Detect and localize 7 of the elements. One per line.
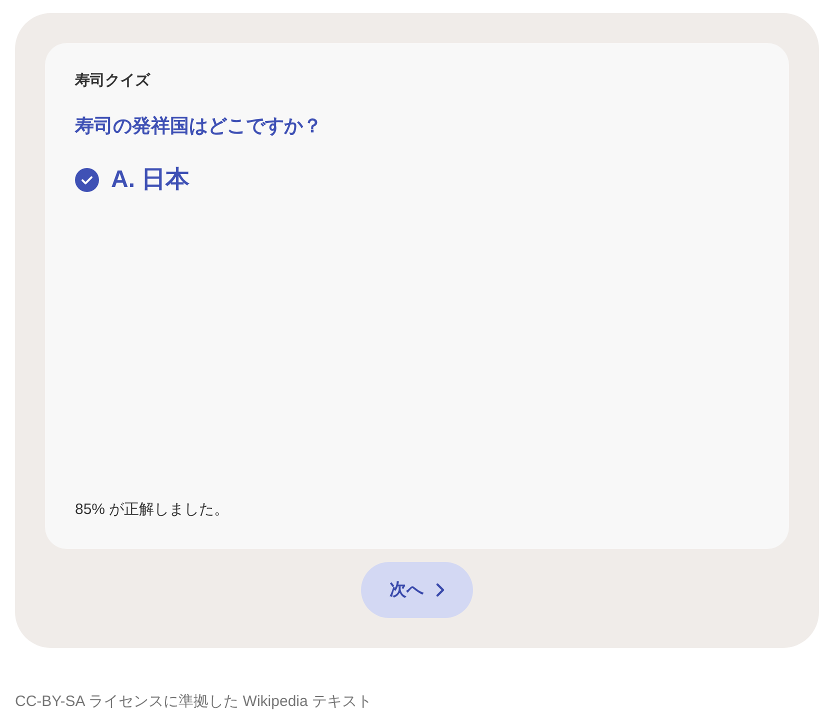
quiz-title: 寿司クイズ [75, 71, 150, 91]
chevron-right-icon [436, 583, 444, 597]
next-button[interactable]: 次へ [361, 562, 473, 618]
license-text: CC-BY-SA ライセンスに準拠した Wikipedia テキスト [15, 692, 373, 712]
result-text: 85% が正解しました。 [75, 500, 230, 520]
question-text: 寿司の発祥国はどこですか？ [75, 115, 322, 139]
answer-text: A. 日本 [111, 165, 190, 195]
